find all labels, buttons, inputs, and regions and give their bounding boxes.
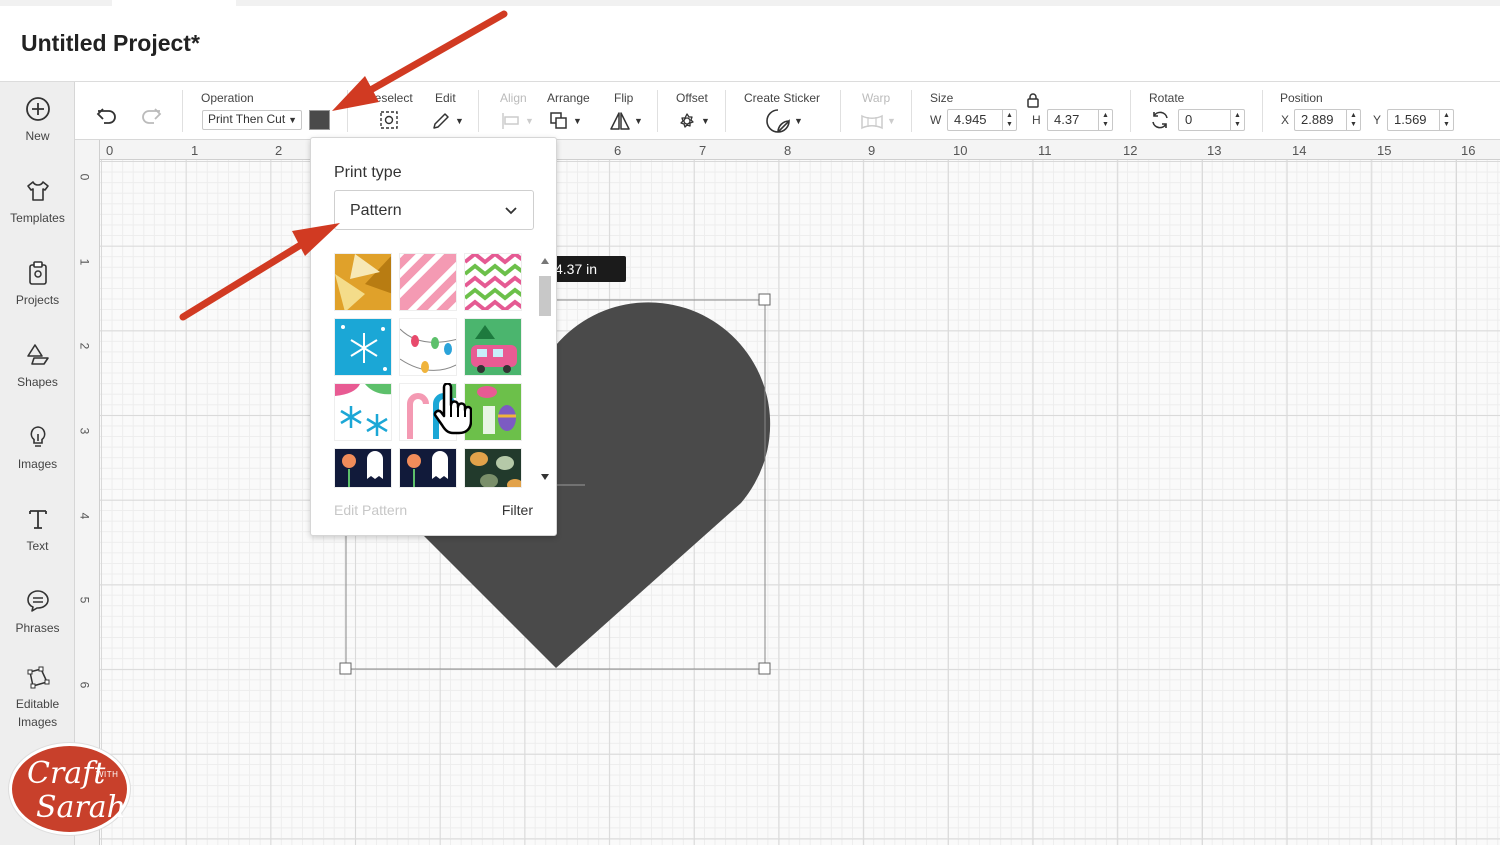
logo-text-craft: Craft xyxy=(27,756,106,791)
annotation-arrow-print-type xyxy=(179,223,340,321)
annotation-layer xyxy=(179,10,508,321)
logo-text-with: WITH xyxy=(96,770,119,779)
annotation-arrow-color-swatch xyxy=(332,10,508,111)
craft-with-sarah-logo: Craft WITH Sarah xyxy=(9,743,130,835)
logo-text-sarah: Sarah xyxy=(36,790,126,825)
